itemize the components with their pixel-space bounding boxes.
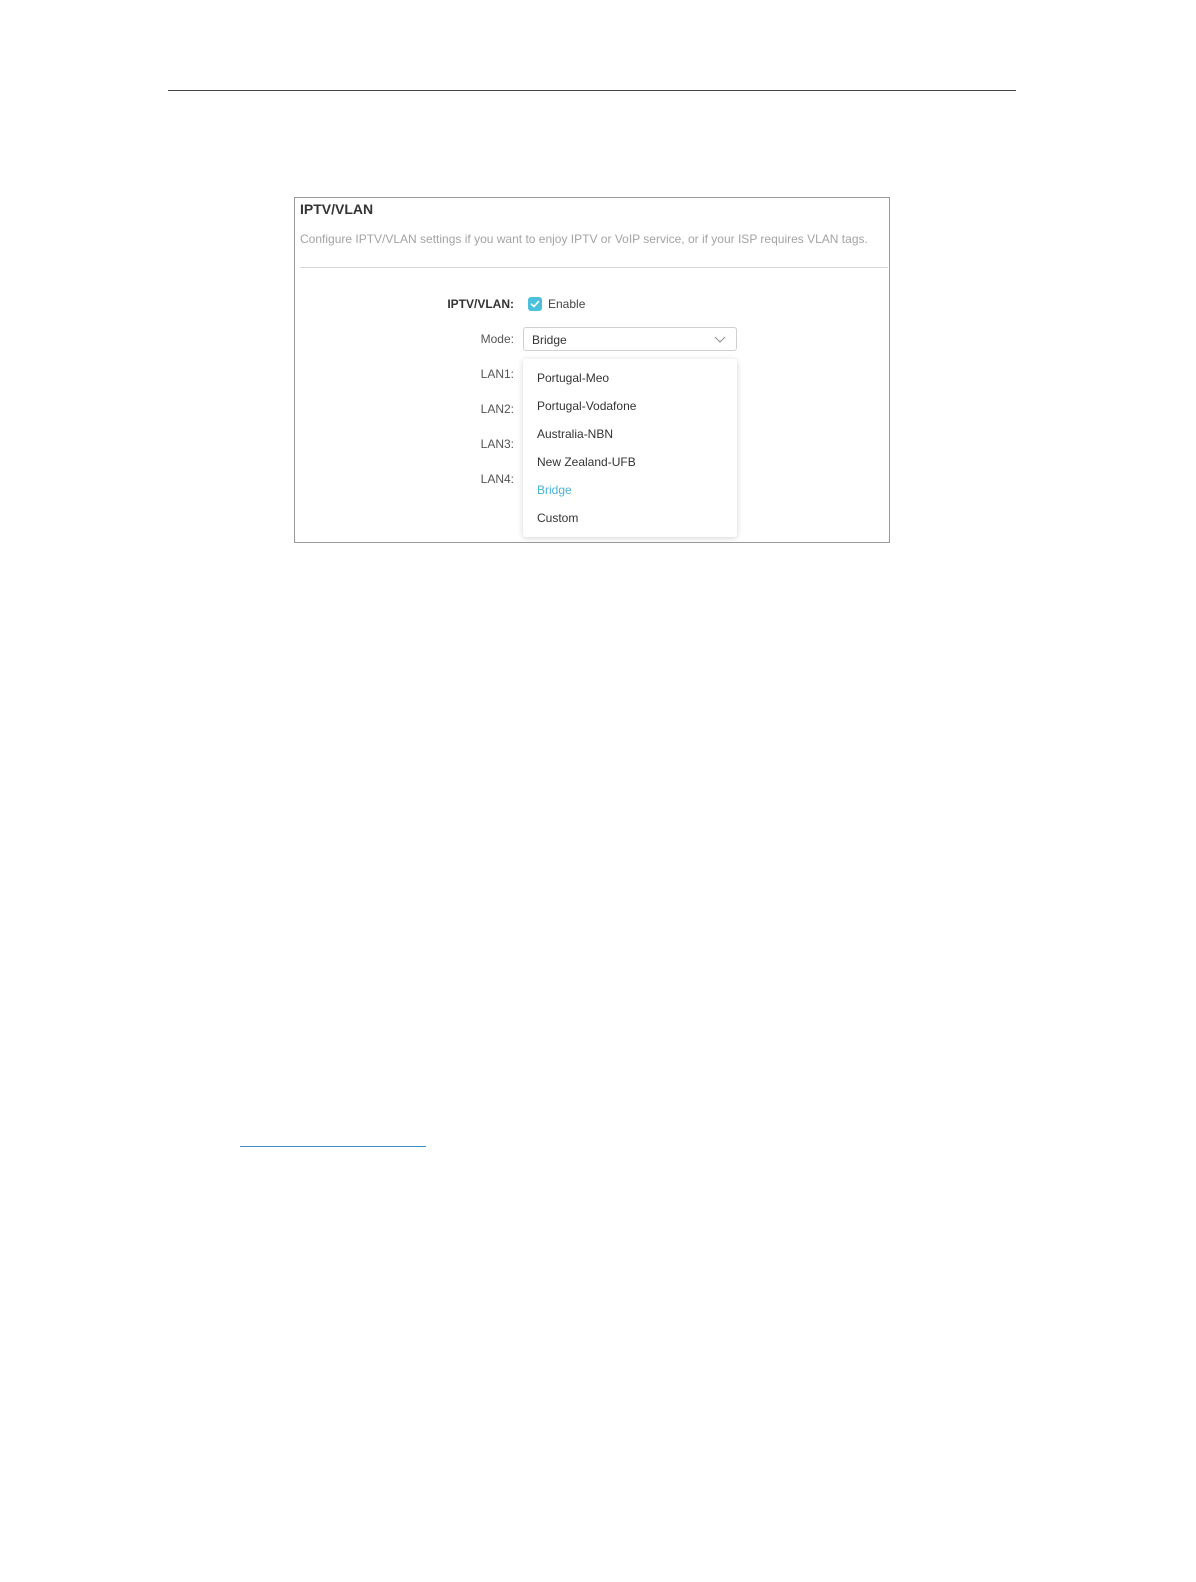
chevron-down-icon xyxy=(714,336,726,343)
mode-option-australia-nbn[interactable]: Australia-NBN xyxy=(537,427,613,441)
mode-option-new-zealand-ufb[interactable]: New Zealand-UFB xyxy=(537,455,636,469)
panel-title: IPTV/VLAN xyxy=(300,201,374,217)
mode-select[interactable]: Bridge xyxy=(523,327,737,351)
mode-option-portugal-meo[interactable]: Portugal-Meo xyxy=(537,371,609,385)
check-icon xyxy=(530,300,540,308)
mode-option-custom[interactable]: Custom xyxy=(537,511,578,525)
mode-select-value: Bridge xyxy=(532,333,567,347)
panel-description: Configure IPTV/VLAN settings if you want… xyxy=(300,232,868,246)
lan3-label: LAN3: xyxy=(480,437,514,451)
iptv-vlan-label: IPTV/VLAN: xyxy=(447,297,514,311)
enable-checkbox[interactable] xyxy=(528,297,542,311)
mode-option-bridge[interactable]: Bridge xyxy=(537,483,572,497)
lan2-label: LAN2: xyxy=(480,402,514,416)
enable-label[interactable]: Enable xyxy=(548,297,585,311)
mode-option-portugal-vodafone[interactable]: Portugal-Vodafone xyxy=(537,399,636,413)
link-underline[interactable] xyxy=(240,1146,426,1147)
panel-divider xyxy=(300,267,888,268)
page-header-rule xyxy=(168,90,1016,91)
mode-label: Mode: xyxy=(480,332,514,346)
iptv-vlan-panel: IPTV/VLAN Configure IPTV/VLAN settings i… xyxy=(294,197,890,543)
mode-dropdown-menu: Portugal-Meo Portugal-Vodafone Australia… xyxy=(523,359,737,537)
lan1-label: LAN1: xyxy=(480,367,514,381)
lan4-label: LAN4: xyxy=(480,472,514,486)
